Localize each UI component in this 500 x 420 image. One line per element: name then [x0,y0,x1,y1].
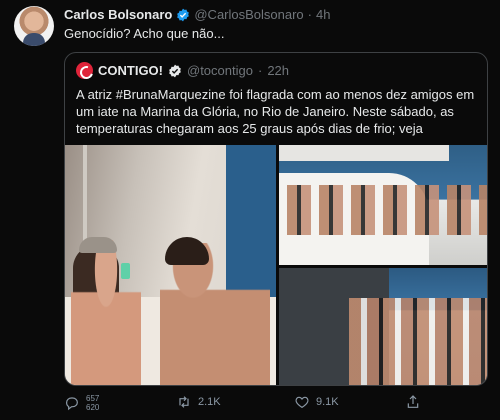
share-button[interactable] [405,394,421,410]
quoted-tweet-text: A atriz #BrunaMarquezine foi flagrada co… [76,87,475,136]
separator-dot: · [257,63,263,78]
avatar[interactable] [14,6,54,46]
photo-grid [65,145,487,385]
share-icon [407,395,419,408]
retweet-button[interactable]: 2.1K [176,394,221,410]
photo-group-on-stern[interactable] [279,268,487,385]
retweet-icon [179,396,189,408]
tweet-text: Genocídio? Acho que não... [64,26,225,41]
quoted-author-name: CONTIGO! [98,63,163,78]
tweet-header: Carlos Bolsonaro @CarlosBolsonaro · 4h [64,7,330,22]
quoted-tweet-header: CONTIGO! @tocontigo · 22h [76,62,289,79]
like-count: 9.1K [316,396,339,408]
quoted-author-handle: @tocontigo [187,63,253,78]
reply-icon [66,397,78,411]
verified-badge-icon [168,64,182,78]
action-bar: 657 620 2.1K 9.1K [64,392,488,416]
contigo-logo [76,62,93,79]
verified-badge-icon [176,8,190,22]
separator-dot: · [307,7,313,22]
tweet[interactable]: Carlos Bolsonaro @CarlosBolsonaro · 4h G… [0,0,500,420]
retweet-count: 2.1K [198,396,221,408]
photo-group-on-deck[interactable] [279,145,487,265]
reply-count-line1: 657 [86,394,100,403]
reply-button[interactable]: 657 620 [64,394,99,412]
timestamp[interactable]: 4h [316,7,330,22]
author-handle[interactable]: @CarlosBolsonaro [194,7,303,22]
author-name[interactable]: Carlos Bolsonaro [64,7,172,22]
reply-count-line2: 620 [86,403,100,412]
photo-couple-on-yacht[interactable] [65,145,276,385]
quoted-timestamp: 22h [267,63,290,78]
quoted-tweet[interactable]: CONTIGO! @tocontigo · 22h A atriz #Bruna… [64,52,488,386]
like-button[interactable]: 9.1K [294,394,339,410]
reply-count: 657 620 [86,394,99,412]
like-icon [295,396,309,409]
